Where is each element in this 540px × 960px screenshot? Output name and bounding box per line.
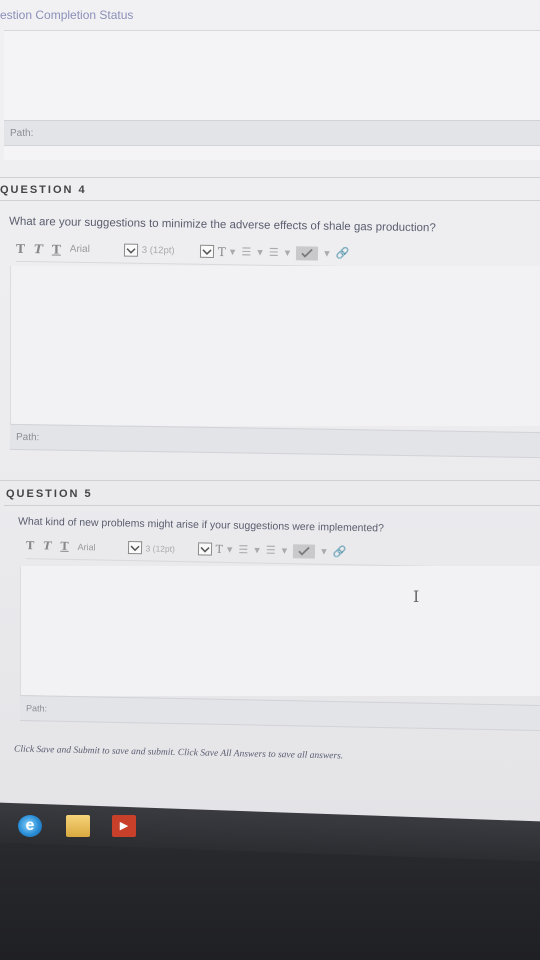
media-player-icon[interactable]: ▶ [112,815,136,837]
question-4-header: QUESTION 4 [0,184,87,196]
text-cursor-icon: I [413,587,420,606]
path-label: Path: [10,128,34,139]
save-submit-hint: Click Save and Submit to save and submit… [13,744,344,762]
numbered-list-dropdown[interactable]: ▾ [282,544,288,557]
question-4-toolbar: T T T Arial 3 (12pt) T ▾ ☰ ▾ ☰ ▾ ▾ 🔗 [15,235,540,271]
numbered-list-icon[interactable]: ☰ [266,544,276,557]
chevron-down-icon [130,545,140,551]
font-dropdown-arrow[interactable] [127,541,142,555]
size-dropdown-arrow[interactable] [197,542,212,556]
text-color-button[interactable]: T [218,245,226,259]
completion-status-title: estion Completion Status [0,8,134,22]
question-divider [0,200,540,201]
bulleted-list-icon[interactable]: ☰ [241,245,251,258]
path-label: Path: [15,431,40,444]
bulleted-list-icon[interactable]: ☰ [238,543,248,556]
font-family-select[interactable]: Arial [70,244,124,256]
bold-button[interactable]: T [26,539,34,552]
spellcheck-dropdown[interactable]: ▾ [324,247,330,260]
link-icon[interactable]: 🔗 [333,545,347,558]
spellcheck-icon[interactable] [293,543,316,559]
text-color-dropdown[interactable]: ▾ [230,245,236,258]
spellcheck-dropdown[interactable]: ▾ [321,545,327,558]
browser-content: estion Completion Status Path: QUESTION … [0,0,540,830]
list-dropdown[interactable]: ▾ [254,543,260,556]
question-4-path-bar: Path: [9,423,540,459]
font-size-select[interactable]: 3 (12pt) [142,245,200,257]
question-5-toolbar: T T T Arial 3 (12pt) T ▾ ☰ ▾ ☰ ▾ ▾ 🔗 [25,533,540,569]
text-color-button[interactable]: T [215,543,223,556]
internet-explorer-icon[interactable]: e [18,815,42,837]
numbered-list-icon[interactable]: ☰ [269,246,279,259]
question-5-text: What kind of new problems might arise if… [17,515,385,535]
bold-button[interactable]: T [16,241,25,255]
question-divider [0,480,540,481]
question-4-text: What are your suggestions to minimize th… [8,215,436,235]
folder-icon[interactable] [66,815,90,837]
numbered-list-dropdown[interactable]: ▾ [285,246,291,259]
underline-button[interactable]: T [52,242,61,256]
question-4-answer-editor[interactable] [10,266,540,426]
font-dropdown-arrow[interactable] [123,243,138,257]
chevron-down-icon [200,546,210,553]
question-divider [0,177,540,178]
list-dropdown[interactable]: ▾ [257,246,263,259]
check-icon [301,248,313,258]
italic-button[interactable]: T [43,539,51,552]
path-bar: Path: [4,120,540,146]
question-5-path-bar: Path: [19,695,540,731]
check-icon [298,546,310,556]
question-divider [4,505,540,506]
underline-button[interactable]: T [60,540,68,553]
chevron-down-icon [202,248,212,255]
font-size-select[interactable]: 3 (12pt) [146,543,198,554]
italic-button[interactable]: T [34,242,43,256]
link-icon[interactable]: 🔗 [336,247,350,260]
size-dropdown-arrow[interactable] [199,244,214,258]
spellcheck-icon[interactable] [296,245,319,261]
question-5-answer-editor[interactable] [20,566,540,696]
question-5-header: QUESTION 5 [6,488,93,500]
chevron-down-icon [126,247,136,254]
text-color-dropdown[interactable]: ▾ [227,543,233,556]
path-label: Path: [25,703,48,714]
font-family-select[interactable]: Arial [78,542,128,553]
